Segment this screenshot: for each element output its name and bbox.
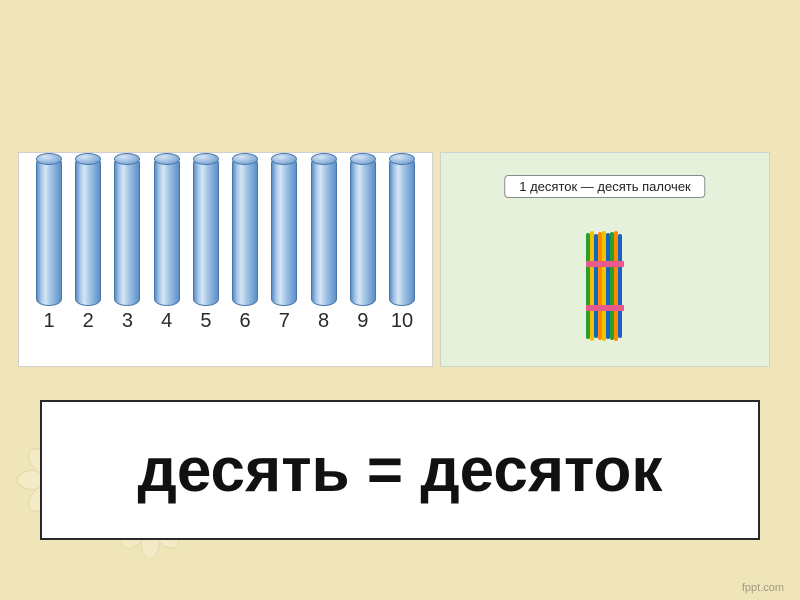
stick-icon — [389, 156, 415, 306]
stick-label: 4 — [161, 310, 172, 333]
stick-label: 3 — [122, 310, 133, 333]
stick-label: 5 — [200, 310, 211, 333]
stick-icon — [311, 156, 337, 306]
stick-col: 6 — [227, 156, 263, 333]
bundle-caption: 1 десяток — десять палочек — [504, 175, 705, 198]
stick-bundle-icon — [586, 231, 624, 341]
headline-text: десять = десяток — [138, 435, 663, 506]
stick-label: 6 — [240, 310, 251, 333]
stick-icon — [36, 156, 62, 306]
sticks-row: 1 2 3 4 5 6 7 8 9 10 — [27, 163, 424, 333]
stick-icon — [114, 156, 140, 306]
stick-col: 5 — [188, 156, 224, 333]
stick-col: 1 — [31, 156, 67, 333]
stick-label: 7 — [279, 310, 290, 333]
stick-col: 9 — [345, 156, 381, 333]
stick-label: 1 — [43, 310, 54, 333]
stick-label: 10 — [391, 310, 413, 333]
stick-icon — [350, 156, 376, 306]
stick-col: 10 — [384, 156, 420, 333]
stick-icon — [193, 156, 219, 306]
stick-label: 2 — [83, 310, 94, 333]
credit-text: fppt.com — [742, 582, 784, 594]
bundle-panel: 1 десяток — десять палочек — [440, 152, 770, 367]
stick-icon — [271, 156, 297, 306]
headline-box: десять = десяток — [40, 400, 760, 540]
stick-icon — [232, 156, 258, 306]
stick-col: 2 — [70, 156, 106, 333]
stick-label: 9 — [357, 310, 368, 333]
stick-col: 3 — [109, 156, 145, 333]
stick-col: 8 — [306, 156, 342, 333]
stick-col: 7 — [266, 156, 302, 333]
stick-icon — [75, 156, 101, 306]
ten-sticks-panel: 1 2 3 4 5 6 7 8 9 10 — [18, 152, 433, 367]
stick-icon — [154, 156, 180, 306]
stick-col: 4 — [149, 156, 185, 333]
stick-label: 8 — [318, 310, 329, 333]
